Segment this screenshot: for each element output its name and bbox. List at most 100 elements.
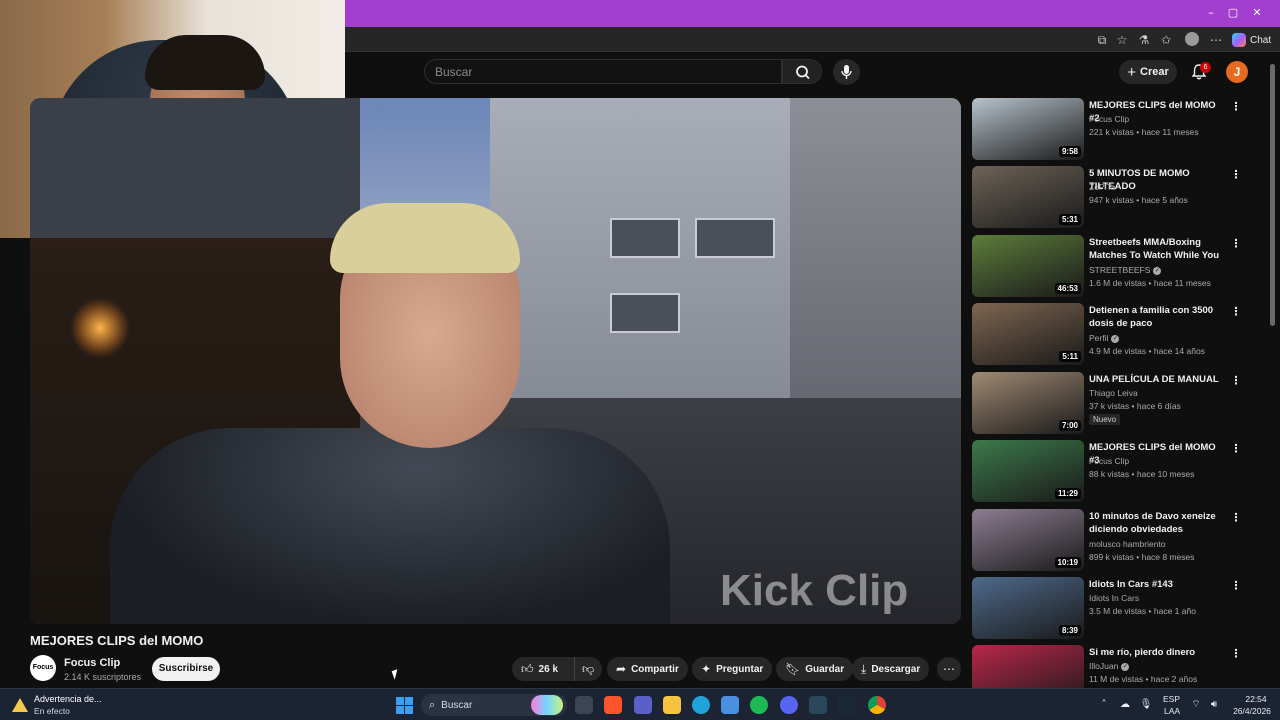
more-vertical-icon[interactable]: ⋮	[1230, 237, 1242, 251]
more-vertical-icon[interactable]: ⋮	[1230, 374, 1242, 388]
search-box[interactable]	[424, 59, 782, 84]
share-button[interactable]: ➦ Compartir	[607, 657, 688, 681]
recommendation-item[interactable]: 11:29 MEJORES CLIPS del MOMO #3 Focus Clip…	[972, 440, 1252, 502]
video-player[interactable]: Kick Clip	[30, 98, 961, 624]
teams-icon[interactable]	[634, 696, 652, 714]
recommendation-age: hace 8 meses	[1141, 552, 1195, 562]
recommendation-item[interactable]: 5:11 Detienen a familia con 3500 dosis de…	[972, 303, 1252, 365]
maximize-button[interactable]: ▢	[1223, 5, 1243, 21]
more-vertical-icon[interactable]: ⋮	[1230, 511, 1242, 525]
channel-avatar[interactable]: Focus clip	[30, 655, 56, 697]
user-avatar[interactable]: J	[1226, 61, 1248, 83]
separator-dot: •	[1146, 278, 1154, 288]
clock-time[interactable]: 22:54	[1236, 694, 1276, 704]
recommendation-item[interactable]: 7:00 UNA PELÍCULA DE MANUAL Thiago Leiva 37…	[972, 372, 1252, 434]
file-explorer-icon[interactable]	[663, 696, 681, 714]
recommendation-views: 11 M de vistas	[1089, 674, 1144, 684]
recommendation-title[interactable]: 10 minutos de Davo xeneize diciendo obvi…	[1089, 510, 1224, 536]
save-button[interactable]: 🔖︎ Guardar	[776, 657, 854, 681]
subscribe-button[interactable]: Suscribirse	[152, 657, 220, 681]
recommendation-title[interactable]: Idiots In Cars #143	[1089, 578, 1224, 591]
volume-icon[interactable]: 🔊︎	[1207, 698, 1221, 712]
recommendation-item[interactable]: 9:58 MEJORES CLIPS del MOMO #2 Focus Clip 2…	[972, 98, 1252, 160]
favorite-star-icon[interactable]: ☆	[1114, 32, 1130, 48]
more-vertical-icon[interactable]: ⋮	[1230, 100, 1242, 114]
search-highlight-icon[interactable]	[531, 695, 563, 715]
steam-alt-icon[interactable]	[838, 696, 856, 714]
discord-icon[interactable]	[780, 696, 798, 714]
video-thumbnail[interactable]: 7:00	[972, 372, 1084, 434]
close-button[interactable]: ✕	[1247, 5, 1267, 21]
voice-search-button[interactable]	[833, 59, 860, 85]
webcam-hair	[145, 35, 265, 90]
more-vertical-icon[interactable]: ⋮	[1230, 579, 1242, 593]
recommendation-channel[interactable]: molusco hambriento	[1089, 539, 1166, 549]
recommendation-channel[interactable]: Perfil ✓	[1089, 333, 1120, 343]
create-button[interactable]: + Crear	[1119, 60, 1177, 84]
steam-icon[interactable]	[809, 696, 827, 714]
start-button[interactable]	[396, 697, 413, 714]
recommendation-channel[interactable]: Focus Clip	[1089, 456, 1129, 466]
favorites-icon[interactable]: ✩	[1158, 32, 1174, 48]
video-thumbnail[interactable]: 10:19	[972, 509, 1084, 571]
video-thumbnail[interactable]: 8:39	[972, 577, 1084, 639]
profile-icon[interactable]	[1184, 32, 1200, 48]
split-screen-icon[interactable]: ⧉	[1094, 32, 1110, 48]
spotify-icon[interactable]	[750, 696, 768, 714]
search-input[interactable]	[425, 60, 781, 83]
video-thumbnail[interactable]: 9:58	[972, 98, 1084, 160]
more-vertical-icon[interactable]: ⋮	[1230, 442, 1242, 456]
recommendation-meta: 3.5 M de vistas • hace 1 año	[1089, 606, 1196, 616]
more-vertical-icon[interactable]: ⋮	[1230, 305, 1242, 319]
video-thumbnail[interactable]: 5:11	[972, 303, 1084, 365]
channel-name[interactable]: Focus Clip	[64, 657, 120, 669]
recommendation-title[interactable]: UNA PELÍCULA DE MANUAL	[1089, 373, 1224, 386]
recommendation-channel[interactable]: Focus Clip	[1089, 114, 1129, 124]
ask-button[interactable]: ✦ Preguntar	[692, 657, 773, 681]
edge-browser-icon[interactable]	[692, 696, 710, 714]
recommendation-channel[interactable]: Thiago Leiva	[1089, 388, 1138, 398]
recommendation-item[interactable]: 8:39 Idiots In Cars #143 Idiots In Cars 3.5…	[972, 577, 1252, 639]
recommendation-channel[interactable]: STREETBEEFS ✓	[1089, 265, 1162, 275]
brave-browser-icon[interactable]	[604, 696, 622, 714]
recommendation-channel[interactable]: Idiots In Cars	[1089, 593, 1139, 603]
more-vertical-icon[interactable]: ⋮	[1230, 647, 1242, 661]
recommendation-age: hace 10 meses	[1136, 469, 1195, 479]
like-button[interactable]: 👍︎ 26 k	[512, 657, 574, 681]
video-thumbnail[interactable]: 5:31	[972, 166, 1084, 228]
extensions-icon[interactable]: ⚗	[1136, 32, 1152, 48]
more-horizontal-icon: ⋯	[943, 662, 955, 676]
microphone-icon	[841, 65, 852, 79]
notice-title[interactable]: Advertencia de...	[34, 694, 102, 704]
recommendation-channel[interactable]: ZoPiTa	[1089, 182, 1115, 192]
search-button[interactable]	[782, 59, 822, 84]
recommendation-title[interactable]: Detienen a familia con 3500 dosis de pac…	[1089, 304, 1224, 330]
thumbs-down-icon: 👎︎	[582, 661, 595, 676]
more-vertical-icon[interactable]: ⋮	[1230, 168, 1242, 182]
download-button[interactable]: ⤓ Descargar	[852, 657, 930, 681]
recommendation-item[interactable]: 5:31 5 MINUTOS DE MOMO TILTEADO ZoPiTa 947 …	[972, 166, 1252, 228]
video-thumbnail[interactable]: 46:53	[972, 235, 1084, 297]
cloud-icon[interactable]: ☁	[1118, 698, 1132, 712]
task-view-icon[interactable]	[575, 696, 593, 714]
show-hidden-icons[interactable]: ˄	[1097, 698, 1111, 712]
recommendation-channel[interactable]: IlloJuan ✓	[1089, 661, 1130, 671]
minimize-button[interactable]: –	[1201, 5, 1221, 21]
recommendation-title[interactable]: Si me río, pierdo dinero	[1089, 646, 1224, 659]
microphone-tray-icon[interactable]: 🎙︎	[1139, 698, 1153, 712]
dislike-button[interactable]: 👎︎	[574, 657, 602, 681]
more-actions-button[interactable]: ⋯	[937, 657, 961, 681]
recommendation-title[interactable]: Streetbeefs MMA/Boxing Matches To Watch …	[1089, 236, 1224, 262]
recommendation-channel-name: Thiago Leiva	[1089, 388, 1138, 398]
more-options-icon[interactable]: ⋯	[1208, 32, 1224, 48]
sidebar-scrollbar-thumb[interactable]	[1270, 64, 1275, 326]
network-icon[interactable]: ⌔	[1189, 698, 1203, 712]
microsoft-store-icon[interactable]	[721, 696, 739, 714]
recommendation-item[interactable]: 10:19 10 minutos de Davo xeneize diciendo…	[972, 509, 1252, 571]
language-indicator-top[interactable]: ESP	[1163, 694, 1180, 704]
chrome-icon[interactable]	[868, 696, 886, 714]
copilot-chat-button[interactable]: Chat	[1232, 31, 1271, 49]
video-thumbnail[interactable]: 11:29	[972, 440, 1084, 502]
recommendation-item[interactable]: 46:53 Streetbeefs MMA/Boxing Matches To W…	[972, 235, 1252, 297]
warning-icon[interactable]	[12, 698, 28, 712]
